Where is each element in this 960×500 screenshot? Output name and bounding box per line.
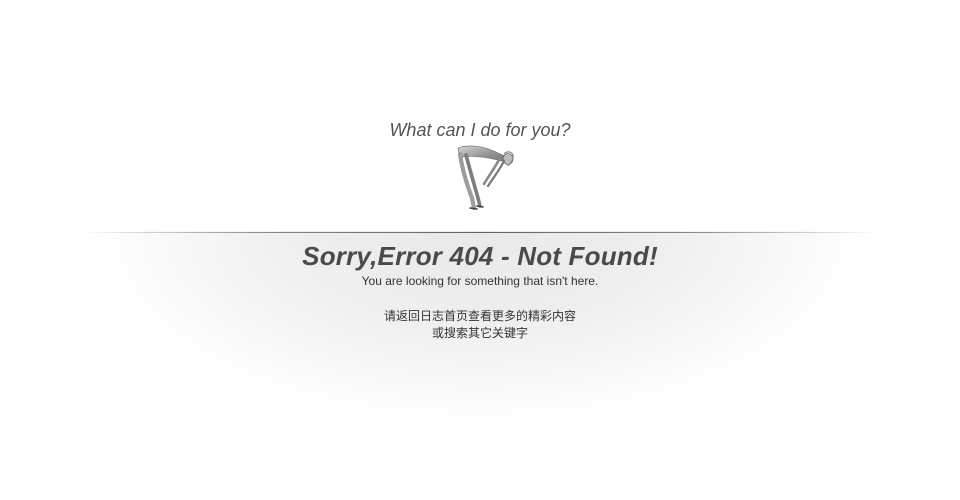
- bending-figure-illustration: [457, 145, 514, 211]
- hint-line-home: 请返回日志首页查看更多的精彩内容: [383, 309, 576, 323]
- error-title: Sorry,Error 404 - Not Found!: [302, 241, 658, 271]
- tagline: What can I do for you?: [389, 120, 571, 140]
- error-subtitle: You are looking for something that isn't…: [361, 274, 599, 288]
- error-page: What can I do for you? Sorry,Error 404 -…: [0, 0, 960, 500]
- error-stage: What can I do for you? Sorry,Error 404 -…: [0, 0, 960, 500]
- divider-line: [80, 232, 880, 233]
- hint-text: 请返回日志首页查看更多的精彩内容 或搜索其它关键字: [0, 308, 960, 342]
- hint-line-search: 或搜索其它关键字: [431, 326, 528, 340]
